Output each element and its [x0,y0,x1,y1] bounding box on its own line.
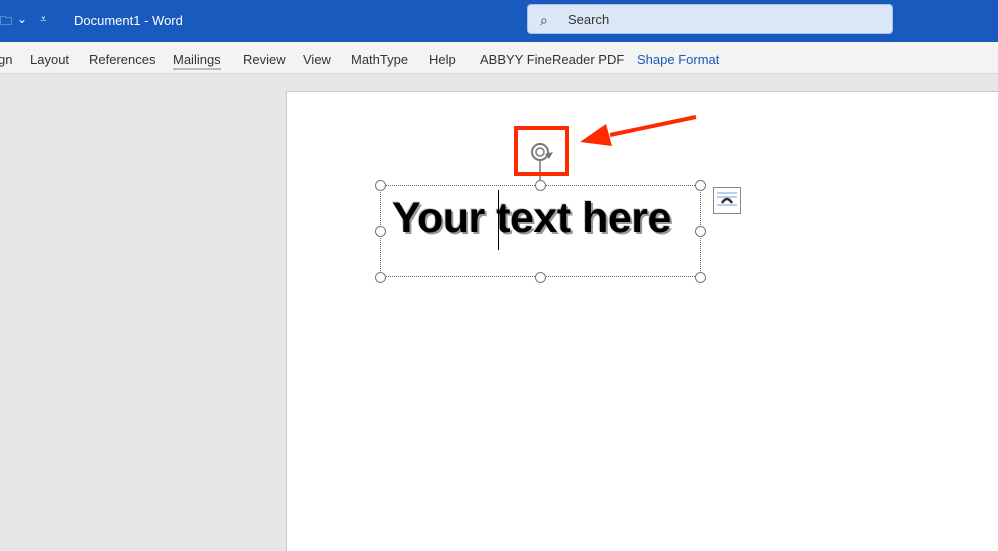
resize-handle-top-left[interactable] [375,180,386,191]
arrow-annotation [580,115,697,146]
layout-options-button[interactable] [713,187,741,214]
layout-options-icon [717,192,737,206]
highlight-box [514,126,569,176]
resize-handle-right[interactable] [695,226,706,237]
resize-handle-bottom-right[interactable] [695,272,706,283]
resize-handle-top[interactable] [535,180,546,191]
resize-handle-bottom-left[interactable] [375,272,386,283]
overlay [531,115,697,180]
resize-handle-bottom[interactable] [535,272,546,283]
resize-handle-top-right[interactable] [695,180,706,191]
resize-handle-left[interactable] [375,226,386,237]
